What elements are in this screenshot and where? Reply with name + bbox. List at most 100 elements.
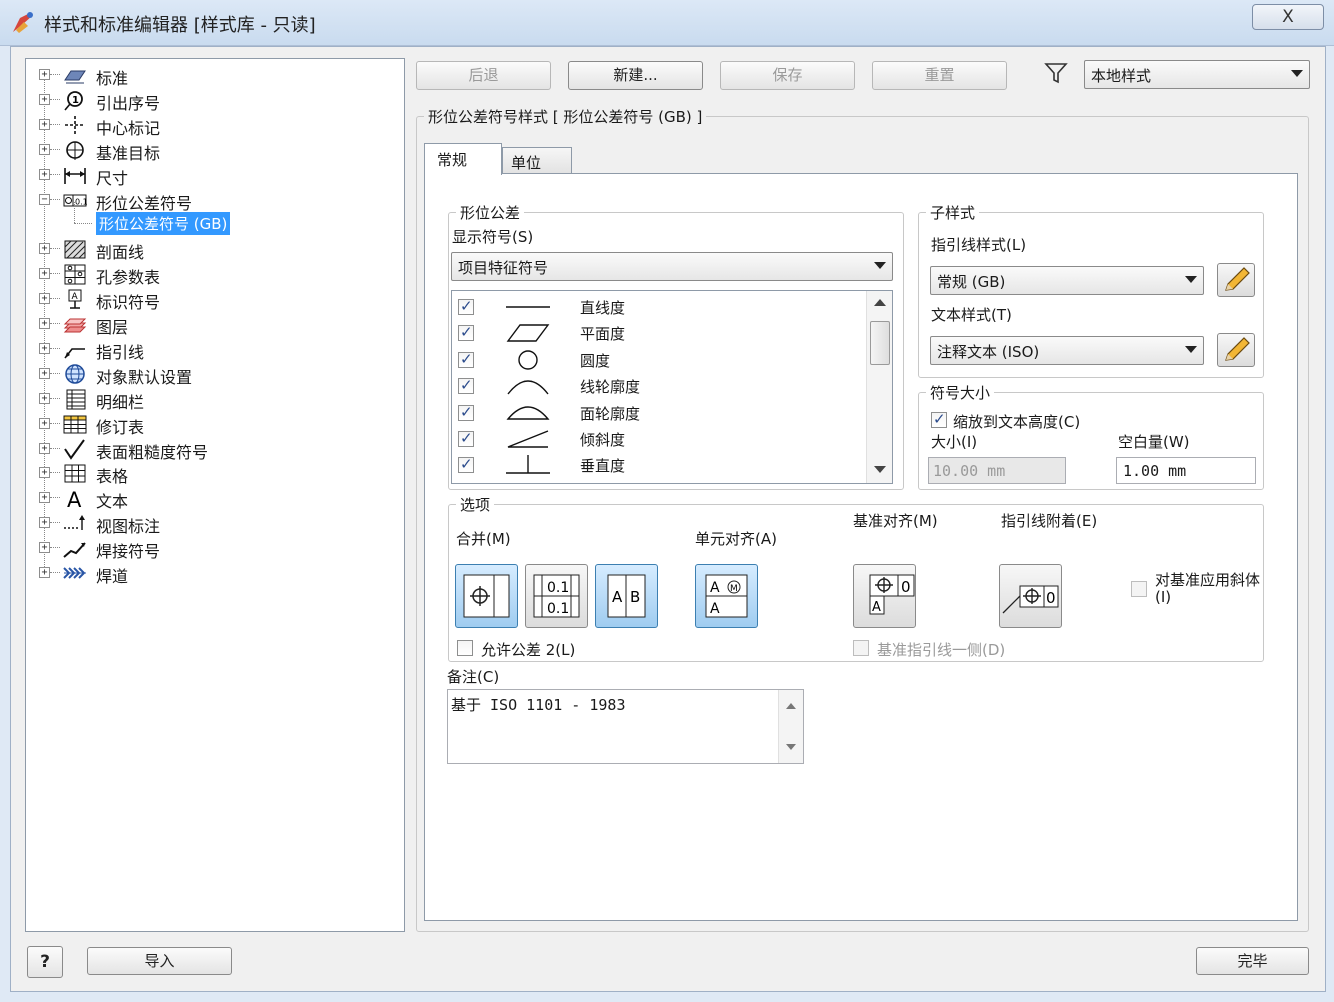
scroll-down-icon[interactable] (874, 466, 886, 473)
back-button[interactable]: 后退 (416, 61, 551, 90)
svg-text:A: A (710, 601, 720, 617)
expand-icon[interactable]: + (39, 417, 50, 429)
expand-icon[interactable]: + (39, 367, 50, 379)
style-tree[interactable]: + 标准 +1 引出序号 + 中心标记 + 基准目标 + 尺寸 − 0.1 形位公差符号 形位公差符号 (… (25, 58, 405, 932)
expand-icon[interactable]: + (39, 168, 50, 180)
symbol-checkbox[interactable] (458, 297, 474, 315)
merge-datum-button[interactable]: A B (595, 564, 658, 628)
scroll-up-icon[interactable] (786, 703, 796, 709)
save-button[interactable]: 保存 (720, 61, 855, 90)
expand-icon[interactable]: + (39, 143, 50, 155)
leader-style-dropdown[interactable]: 常规 (GB) (930, 266, 1204, 295)
merge-tolerance-button[interactable]: 0.1 0.1 (525, 564, 588, 628)
filter-icon[interactable] (1044, 62, 1068, 84)
tree-connector (50, 497, 60, 499)
expand-icon[interactable]: + (39, 93, 50, 105)
expand-icon[interactable]: + (39, 268, 50, 280)
scroll-down-icon[interactable] (786, 744, 796, 750)
tab-units[interactable]: 单位 (502, 147, 572, 173)
expand-icon[interactable]: + (39, 467, 50, 479)
weld-bead-icon (63, 567, 86, 579)
import-button[interactable]: 导入 (87, 947, 232, 975)
tree-connector (50, 397, 60, 399)
tree-item[interactable]: + 焊接符号 (26, 536, 386, 561)
done-button[interactable]: 完毕 (1196, 947, 1309, 975)
expand-icon[interactable]: + (39, 542, 50, 554)
tree-item[interactable]: + 焊道 (26, 561, 386, 586)
reset-button[interactable]: 重置 (872, 61, 1007, 90)
scale-to-text-checkbox[interactable] (931, 410, 947, 428)
tree-item[interactable]: + 视图标注 (26, 511, 386, 537)
style-filter-value: 本地样式 (1091, 67, 1152, 85)
expand-icon[interactable]: + (39, 392, 50, 404)
tree-item-label: 视图标注 (96, 517, 161, 537)
tree-item[interactable]: + 中心标记 (26, 113, 386, 138)
expand-icon[interactable]: + (39, 318, 50, 329)
pencil-icon (1225, 267, 1250, 291)
scroll-thumb[interactable] (870, 321, 890, 365)
tree-item[interactable]: + 表面粗糙度符号 (26, 437, 386, 462)
tree-item[interactable]: + 孔参数表 (26, 262, 386, 287)
tree-item[interactable]: + 标准 (26, 63, 386, 88)
datum-leader-side-checkbox[interactable] (853, 640, 869, 656)
tree-item[interactable]: + A 标识符号 (26, 287, 386, 312)
tree-item[interactable]: + 图层 (26, 312, 386, 337)
symbol-checkbox[interactable] (458, 403, 474, 421)
display-symbols-dropdown[interactable]: 项目特征符号 (451, 252, 893, 281)
tab-general[interactable]: 常规 (424, 143, 502, 175)
symbol-checkbox[interactable] (458, 429, 474, 447)
symbol-checkbox[interactable] (458, 376, 474, 395)
tree-item[interactable]: + 剖面线 (26, 237, 386, 262)
expand-icon[interactable]: + (39, 517, 50, 529)
tree-item-label: 表格 (96, 467, 129, 487)
tree-item[interactable]: + 明细栏 (26, 387, 386, 412)
help-button[interactable]: ? (27, 946, 63, 978)
edit-leader-style-button[interactable] (1217, 263, 1255, 297)
close-button[interactable]: X (1252, 4, 1324, 30)
symbol-name: 圆度 (580, 351, 611, 370)
tree-item[interactable]: + 基准目标 (26, 138, 386, 163)
expand-icon[interactable]: + (39, 492, 50, 504)
expand-icon[interactable]: + (39, 567, 50, 578)
gap-input[interactable]: 1.00 mm (1116, 457, 1256, 484)
expand-icon[interactable]: + (39, 243, 50, 255)
scale-to-text-label: 缩放到文本高度(C) (953, 413, 1081, 431)
size-input[interactable]: 10.00 mm (928, 457, 1066, 484)
tree-item[interactable]: +1 引出序号 (26, 88, 386, 113)
collapse-icon[interactable]: − (39, 193, 50, 205)
notes-textarea[interactable]: 基于 ISO 1101 - 1983 (447, 689, 804, 764)
symbol-checkbox[interactable] (458, 323, 474, 342)
tree-item[interactable]: + 对象默认设置 (26, 362, 386, 387)
expand-icon[interactable]: + (39, 293, 50, 305)
datum-align-button[interactable]: 0 A (853, 564, 916, 628)
expand-icon[interactable]: + (39, 342, 50, 354)
symbol-list-scrollbar[interactable] (866, 291, 892, 483)
style-filter-dropdown[interactable]: 本地样式 (1084, 60, 1310, 89)
edit-text-style-button[interactable] (1217, 333, 1255, 367)
expand-icon[interactable]: + (39, 118, 50, 130)
svg-text:0.1: 0.1 (547, 601, 569, 617)
tree-connector (50, 347, 60, 349)
symbol-checkbox[interactable] (458, 350, 474, 368)
leader-attach-button[interactable]: 0 (999, 564, 1062, 628)
symbol-list[interactable]: 直线度平面度圆度线轮廓度面轮廓度倾斜度垂直度 (451, 290, 893, 484)
tree-item[interactable]: 形位公差符号 (GB) (26, 202, 386, 236)
tree-item[interactable]: + A 文本 (26, 486, 386, 511)
notes-scrollbar[interactable] (778, 690, 803, 763)
merge-symbol-button[interactable] (455, 564, 518, 628)
tree-item[interactable]: + 表格 (26, 461, 386, 487)
tree-item[interactable]: + 修订表 (26, 412, 386, 437)
tree-connector (50, 572, 60, 573)
scroll-up-icon[interactable] (874, 299, 886, 306)
cell-align-button[interactable]: A M A (695, 564, 758, 628)
symbol-checkbox[interactable] (458, 455, 474, 474)
new-button[interactable]: 新建... (568, 61, 703, 90)
tree-item[interactable]: − 0.1 形位公差符号 (26, 188, 386, 213)
expand-icon[interactable]: + (39, 69, 50, 80)
tree-item[interactable]: + 尺寸 (26, 163, 386, 188)
expand-icon[interactable]: + (39, 442, 50, 454)
text-style-dropdown[interactable]: 注释文本 (ISO) (930, 336, 1204, 365)
datum-italic-checkbox[interactable] (1131, 581, 1147, 597)
tree-item[interactable]: + 指引线 (26, 337, 386, 362)
allow-tolerance-2-checkbox[interactable] (457, 640, 473, 656)
